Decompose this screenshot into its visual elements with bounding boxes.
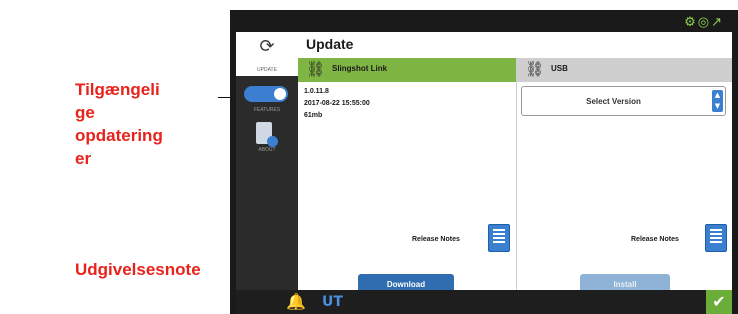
sidebar-item-label: UPDATE [257,67,277,73]
update-size[interactable]: 61mb [304,112,322,119]
toggle-icon [244,86,288,102]
usb-link-icon: ⛓ [525,60,545,78]
settings-icon: ⚙ [684,15,698,30]
usb-header: ⛓ USB [517,58,732,82]
callout-release-note: Udgivelsesnote [75,260,201,279]
slingshot-header: ⛓ Slingshot Link [298,58,516,82]
callout-line: ge [75,103,95,122]
release-notes-label: Release Notes [412,236,460,243]
sidebar: ⟳ UPDATE FEATURES ABOUT [236,32,298,290]
device-screen: ⚙◎↗ ⟳ UPDATE FEATURES ABOUT Update ⛓ Sli… [230,10,738,314]
sidebar-item-features[interactable]: FEATURES [236,76,298,116]
unit-icon[interactable]: UT [322,294,343,310]
callout-line: er [75,149,92,168]
signal-icon: ↗ [711,15,724,30]
chevron-updown-icon: ▲ ▼ [712,90,723,112]
status-bar: ⚙◎↗ [236,14,732,32]
page-title: Update [306,36,354,52]
version-select-text: Select Version [586,97,641,106]
main-content: Update ⛓ Slingshot Link 1.0.11.8 2017-08… [298,32,732,296]
callout-line: Tilgængeli [75,80,160,99]
update-date[interactable]: 2017-08-22 15:55:00 [304,100,370,107]
slingshot-panel: ⛓ Slingshot Link 1.0.11.8 2017-08-22 15:… [298,58,517,296]
sidebar-item-update[interactable]: ⟳ UPDATE [236,32,298,76]
sidebar-item-label: FEATURES [253,107,281,113]
release-notes-icon[interactable] [705,224,727,252]
bottom-bar: 🔔 UT ✔ [236,290,732,314]
status-icons: ⚙◎↗ [684,15,724,30]
link-icon: ⛓ [306,60,326,78]
check-icon[interactable]: ✔ [706,290,732,314]
gps-icon: ◎ [697,15,712,30]
document-icon [256,122,278,147]
update-version[interactable]: 1.0.11.8 [304,88,329,95]
update-icon: ⟳ [259,36,275,57]
version-select[interactable]: Select Version ▲ ▼ [521,86,726,116]
usb-panel: ⛓ USB Select Version ▲ ▼ Release Notes In… [517,58,732,296]
release-notes-label: Release Notes [631,236,679,243]
slingshot-header-label: Slingshot Link [332,64,388,73]
sidebar-item-label: ABOUT [258,147,276,153]
callout-line: opdatering [75,126,163,145]
callout-available-updates: Tilgængeli ge opdatering er [75,78,163,170]
bell-icon[interactable]: 🔔 [286,292,306,311]
usb-header-label: USB [551,64,568,73]
sidebar-item-about[interactable]: ABOUT [236,116,298,156]
release-notes-icon[interactable] [488,224,510,252]
